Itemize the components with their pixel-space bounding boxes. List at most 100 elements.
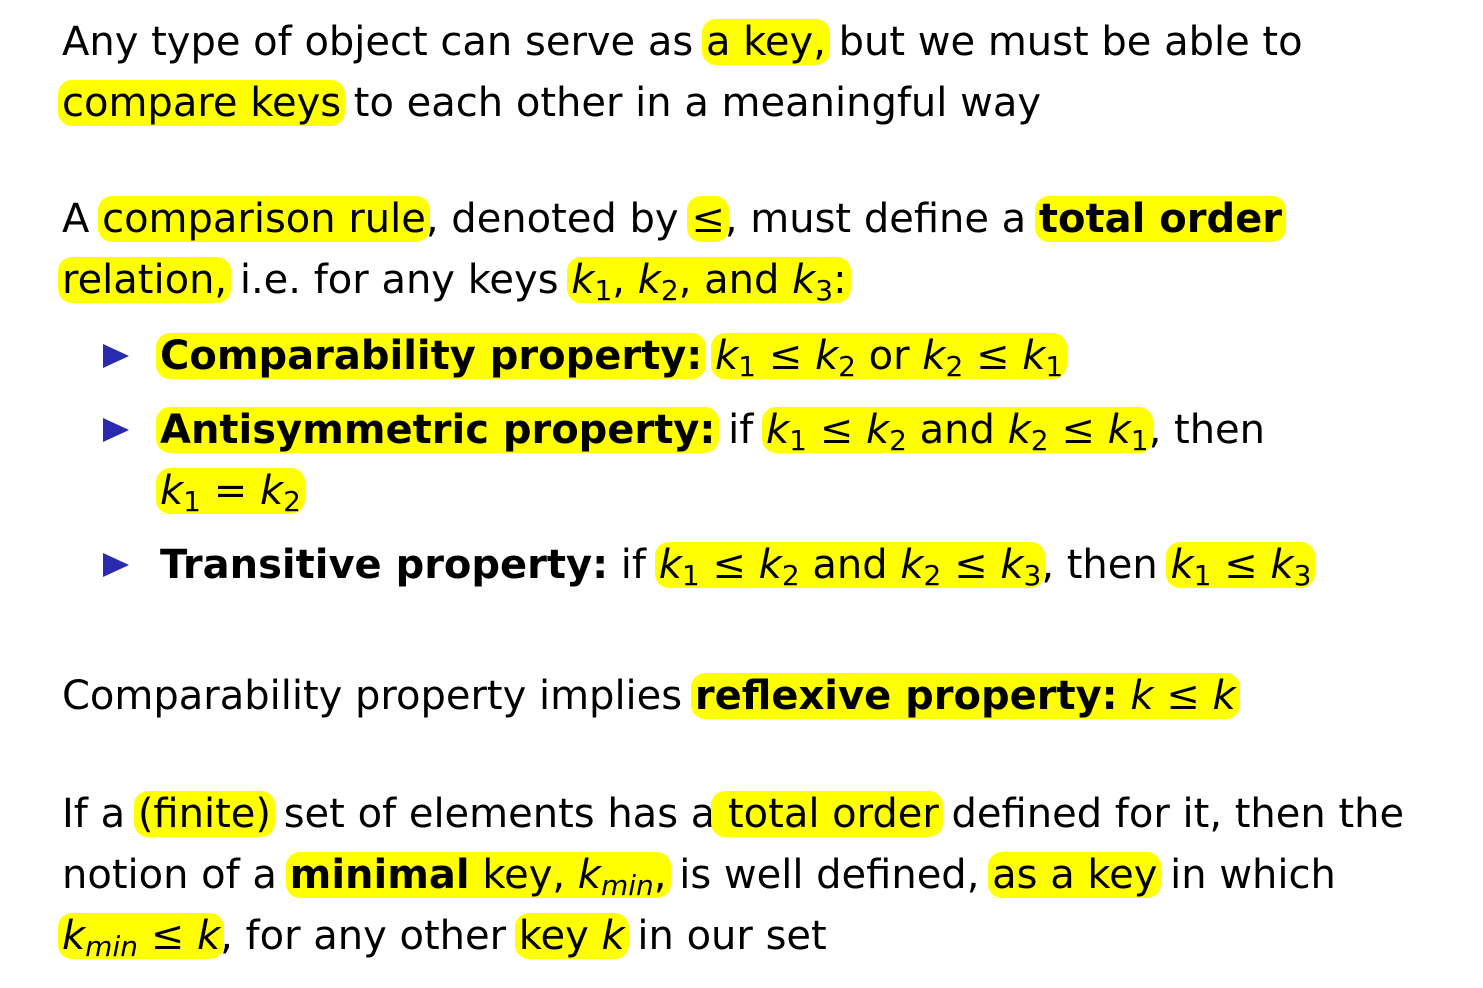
math-k: k xyxy=(637,257,661,303)
le-symbol: ≤ xyxy=(963,333,1023,379)
subscript: 2 xyxy=(945,350,964,383)
property-list: Comparability property: k1 ≤ k2 or k2 ≤ … xyxy=(100,326,1453,609)
le-symbol: ≤ xyxy=(806,407,866,453)
subscript: 3 xyxy=(1293,559,1312,592)
subscript: 1 xyxy=(1045,350,1064,383)
highlight-total-order-2: total order xyxy=(711,791,943,837)
highlight-total-order: total order xyxy=(1034,196,1286,242)
text: if xyxy=(608,542,659,588)
highlight-key-k: key k xyxy=(514,913,629,959)
bullet-triangle-icon xyxy=(103,418,129,442)
subscript: 2 xyxy=(889,424,907,457)
math-k: k xyxy=(758,542,782,588)
math-k: k xyxy=(1022,333,1046,379)
p4-line-1: If a (finite) set of elements has a tota… xyxy=(62,784,1453,845)
bullet-comparability: Comparability property: k1 ≤ k2 or k2 ≤ … xyxy=(100,326,1453,387)
text: , then xyxy=(1041,542,1171,588)
text: notion of a xyxy=(62,852,290,898)
math-k: k xyxy=(865,407,890,453)
text: in our set xyxy=(624,913,827,959)
subscript: 2 xyxy=(923,559,942,592)
subscript: 3 xyxy=(815,274,834,307)
subscript: 1 xyxy=(789,424,807,457)
text: A xyxy=(62,196,103,242)
text: , must define a xyxy=(724,196,1039,242)
reflexive-title: reflexive property: xyxy=(694,673,1118,719)
math-k: k xyxy=(1107,407,1131,453)
math-k: k xyxy=(658,542,682,588)
subscript: 2 xyxy=(838,350,856,383)
le-symbol: ≤ xyxy=(1153,673,1213,719)
math-k: k xyxy=(714,333,739,379)
text: key, xyxy=(469,852,578,898)
text: and xyxy=(799,542,901,588)
subscript: 1 xyxy=(594,274,613,307)
le-symbol: ≤ xyxy=(137,913,197,959)
minimal-bold: minimal xyxy=(289,852,470,898)
highlight-antisymmetric-expr: k1 ≤ k2 and k2 ≤ k1 xyxy=(761,407,1153,455)
math-k: k xyxy=(571,257,595,303)
text: if xyxy=(715,407,766,453)
math-k: k xyxy=(1000,542,1024,588)
text: , and xyxy=(678,257,793,303)
p1-line-2: compare keys to each other in a meaningf… xyxy=(58,73,1453,134)
text: i.e. for any keys xyxy=(227,257,572,303)
highlight-antisymmetric-title: Antisymmetric property: xyxy=(156,407,720,453)
text: key xyxy=(518,913,602,959)
p4-line-3: kmin ≤ k, for any other key k in our set xyxy=(58,906,1453,967)
math-k: k xyxy=(577,852,601,898)
math-k: k xyxy=(900,542,924,588)
text: , xyxy=(612,257,638,303)
highlight-transitive-result: k1 ≤ k3 xyxy=(1166,542,1316,590)
math-k: k xyxy=(601,913,625,959)
math-k: k xyxy=(1270,542,1294,588)
highlight-equality-expr: k1 = k2 xyxy=(156,468,305,516)
text: : xyxy=(833,257,847,303)
subscript: 3 xyxy=(1023,559,1042,592)
le-symbol: ≤ xyxy=(941,542,1001,588)
subscript: min xyxy=(85,930,138,963)
text: Any type of object can serve as xyxy=(62,19,706,65)
p1-line-1: Any type of object can serve as a key, b… xyxy=(62,12,1453,73)
slide: Any type of object can serve as a key, b… xyxy=(0,0,1483,988)
text: , then xyxy=(1148,407,1266,453)
text: or xyxy=(855,333,923,379)
highlight-compare-keys: compare keys xyxy=(58,80,346,126)
highlight-keys-expression: k1, k2, and k3: xyxy=(567,257,851,305)
text: , denoted by xyxy=(425,196,692,242)
le-symbol: ≤ xyxy=(699,542,759,588)
highlight-kmin-le-k: kmin ≤ k xyxy=(58,913,225,961)
text: but we must be able to xyxy=(825,19,1303,65)
bullet-triangle-icon xyxy=(103,344,129,368)
highlight-relation: relation, xyxy=(58,257,232,303)
math-k: k xyxy=(1170,542,1194,588)
math-k: k xyxy=(765,407,790,453)
le-symbol: ≤ xyxy=(755,333,815,379)
text: set of elements has a xyxy=(271,791,716,837)
le-symbol: ≤ xyxy=(1048,407,1108,453)
paragraph-reflexive: Comparability property implies reflexive… xyxy=(62,666,1453,727)
subscript: 1 xyxy=(183,485,201,518)
math-k: k xyxy=(160,468,184,514)
p4-line-2: notion of a minimal key, kmin, is well d… xyxy=(62,845,1453,906)
eq-symbol: = xyxy=(201,468,260,514)
highlight-le-symbol: ≤ xyxy=(687,196,729,242)
highlight-finite: (finite) xyxy=(133,791,275,837)
subscript: 2 xyxy=(1030,424,1049,457)
text: Comparability property implies xyxy=(62,673,695,719)
subscript: 2 xyxy=(781,559,800,592)
p3-line-1: Comparability property implies reflexive… xyxy=(62,666,1453,727)
math-k: k xyxy=(259,468,284,514)
text: and xyxy=(906,407,1008,453)
subscript: min xyxy=(600,869,654,902)
math-k: k xyxy=(792,257,816,303)
highlight-a-key: a key, xyxy=(701,19,830,65)
highlight-minimal-key: minimal key, kmin, xyxy=(285,852,671,900)
bullet-triangle-icon xyxy=(103,553,129,577)
math-k: k xyxy=(922,333,946,379)
highlight-transitive-expr: k1 ≤ k2 and k2 ≤ k3 xyxy=(654,542,1046,590)
math-k: k xyxy=(1212,673,1236,719)
math-k: k xyxy=(1007,407,1031,453)
text: is well defined, xyxy=(666,852,993,898)
p2-line-2: relation, i.e. for any keys k1, k2, and … xyxy=(58,250,1453,311)
